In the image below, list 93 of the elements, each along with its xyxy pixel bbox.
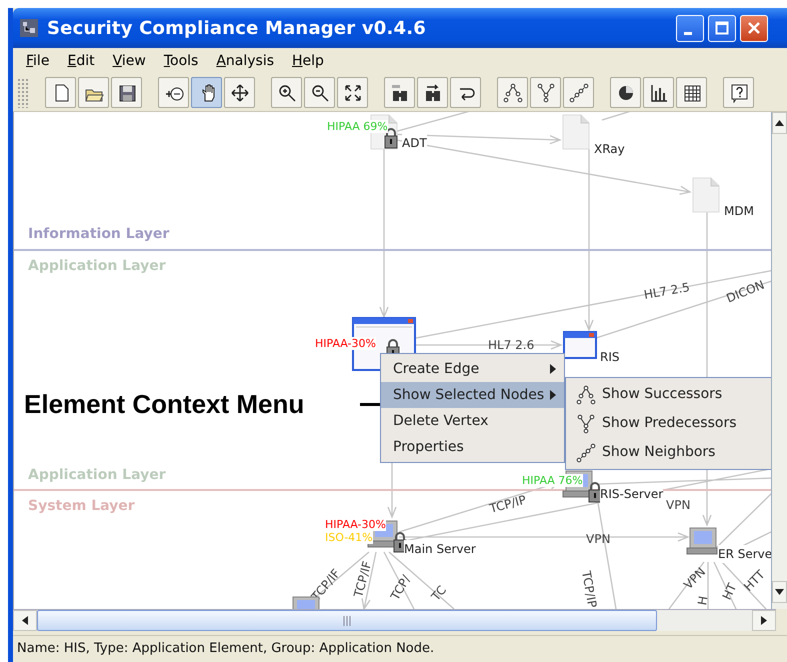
edge-label: TC [428, 582, 450, 605]
menu-item[interactable]: Show Predecessors [566, 409, 772, 438]
menu-item[interactable]: Show Selected Nodes [381, 382, 564, 408]
document-icon [562, 114, 590, 150]
zoom-out-icon [310, 82, 330, 102]
toolbar-button[interactable] [417, 77, 448, 108]
layer-label: Application Layer [28, 257, 166, 276]
toolbar-button[interactable] [304, 77, 335, 108]
zoom-in-icon [276, 82, 296, 102]
annotation-label: Element Context Menu [24, 388, 304, 421]
menu-item[interactable]: Edit [58, 50, 104, 72]
toolbar-button[interactable] [45, 77, 76, 108]
predecessors-icon [536, 82, 556, 102]
minimize-icon [684, 32, 692, 34]
window-title: Security Compliance Manager v0.4.6 [47, 16, 426, 40]
toolbar-button[interactable] [337, 77, 368, 108]
table-icon [682, 82, 702, 102]
predecessors-icon [576, 414, 596, 434]
vertical-scrollbar[interactable] [771, 112, 787, 609]
status-bar: Name: HIS, Type: Application Element, Group: Application Node. [13, 635, 787, 661]
save-icon [116, 82, 136, 102]
menu-item[interactable]: Show Neighbors [566, 438, 772, 467]
scroll-right-button[interactable] [752, 610, 776, 631]
compliance-tag: ISO-41% [325, 531, 373, 544]
edge-label: TCP/IP [578, 569, 600, 609]
toolbar-button[interactable] [158, 77, 189, 108]
toolbar-button[interactable] [271, 77, 302, 108]
toolbar-button[interactable] [111, 77, 142, 108]
node-label: ER Serve [718, 545, 772, 563]
compliance-tag: HIPAA 76% [522, 474, 583, 487]
scroll-left-button[interactable] [13, 610, 37, 631]
toolbar-button[interactable] [450, 77, 481, 108]
successors-icon [502, 82, 522, 102]
menu-item[interactable]: Delete Vertex [381, 408, 564, 434]
edge-label: TCP/IP [488, 492, 528, 518]
toolbar-button[interactable] [723, 77, 754, 108]
up-arrow-icon [775, 120, 784, 126]
toolbar-button[interactable] [530, 77, 561, 108]
edge-label: TCP/IF [350, 559, 376, 600]
binoculars-icon [390, 82, 410, 102]
maximize-icon [715, 21, 729, 35]
computer-icon [686, 527, 718, 555]
scroll-up-button[interactable] [772, 112, 787, 134]
left-arrow-icon [22, 616, 28, 625]
help-icon [728, 82, 748, 102]
menu-item[interactable]: File [17, 50, 58, 72]
toolbar-button[interactable] [78, 77, 109, 108]
toolbar-button[interactable] [384, 77, 415, 108]
layer-label: Application Layer [28, 466, 166, 485]
menu-item[interactable]: Create Edge [381, 356, 564, 382]
menu-item[interactable]: Analysis [207, 50, 284, 72]
menu-item[interactable]: View [104, 50, 155, 72]
compliance-tag: HIPAA-30% [315, 337, 376, 350]
menu-item[interactable]: Show Successors [566, 380, 772, 409]
toolbar-button[interactable] [676, 77, 707, 108]
app-window-icon [563, 331, 597, 359]
edge-label: VPN [586, 531, 610, 548]
right-arrow-icon [761, 616, 767, 625]
menu-item[interactable]: Help [283, 50, 333, 72]
successors-icon [576, 384, 596, 404]
edge-label: HL7 2.5 [642, 279, 692, 304]
edge-label: H [694, 594, 712, 607]
menu-item[interactable]: Properties [381, 434, 564, 460]
close-button[interactable] [740, 14, 768, 42]
layer-label: Information Layer [28, 225, 170, 244]
move-icon [230, 82, 250, 102]
compliance-tag: HIPAA 69% [327, 120, 388, 133]
bar-chart-icon [648, 82, 668, 102]
menu-item[interactable]: Tools [154, 50, 208, 72]
neighbors-icon [576, 442, 596, 462]
minimize-button[interactable] [676, 14, 704, 42]
grip-icon [343, 616, 351, 626]
compliance-tag: HIPAA-30% [325, 518, 386, 531]
down-arrow-icon [775, 589, 784, 595]
toolbar-button[interactable] [224, 77, 255, 108]
document-icon [692, 177, 720, 213]
neighbors-icon [568, 82, 588, 102]
toolbar-button[interactable] [563, 77, 594, 108]
toolbar-button[interactable] [497, 77, 528, 108]
app-icon [19, 18, 39, 38]
toolbar-button[interactable] [191, 77, 222, 108]
toolbar-button[interactable] [610, 77, 641, 108]
horizontal-scrollbar[interactable] [13, 609, 776, 631]
close-icon [747, 21, 761, 35]
fit-icon [342, 82, 362, 102]
maximize-button[interactable] [708, 14, 736, 42]
layer-label: System Layer [28, 497, 135, 516]
edge-label: VPN [666, 497, 690, 514]
scroll-down-button[interactable] [772, 581, 787, 603]
edge-label: HT [718, 580, 740, 603]
scroll-thumb[interactable] [37, 610, 657, 631]
edge-label: HL7 2.6 [488, 337, 534, 354]
toolbar-button[interactable] [643, 77, 674, 108]
